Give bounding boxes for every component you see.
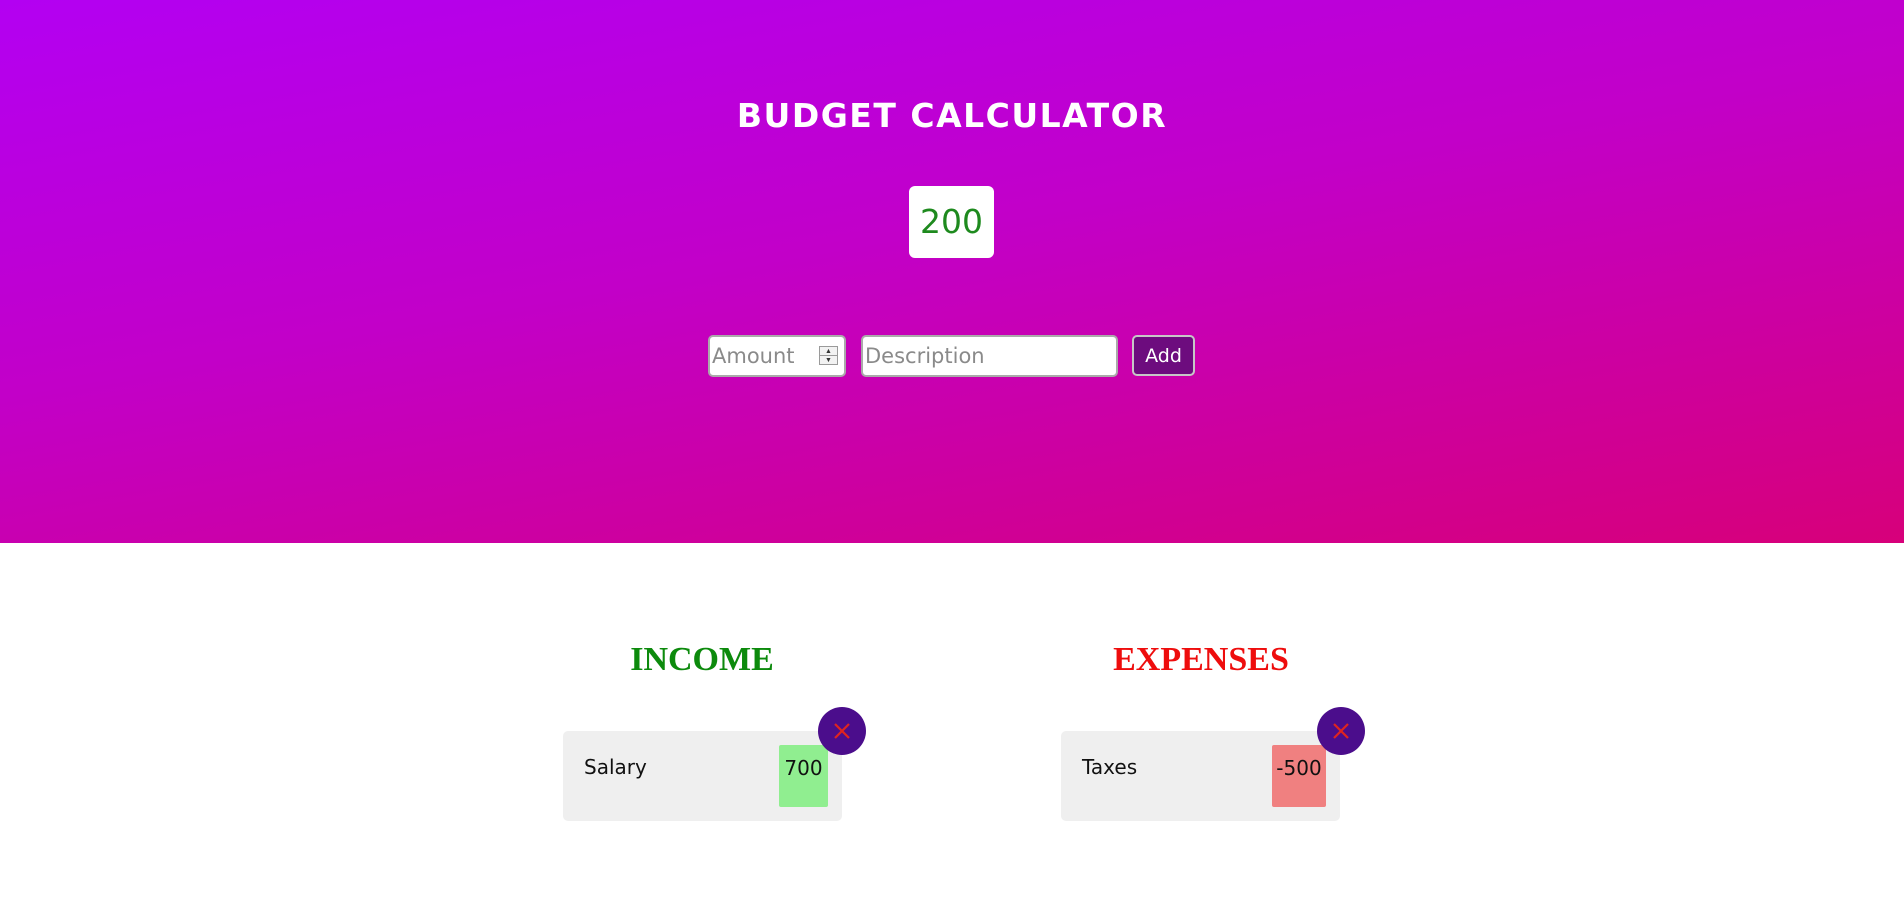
delete-expense-button[interactable]: [1317, 707, 1365, 755]
spinner-up-icon[interactable]: ▲: [820, 347, 837, 356]
balance-display: 200: [909, 186, 994, 258]
description-input[interactable]: [861, 335, 1118, 377]
delete-income-button[interactable]: [818, 707, 866, 755]
amount-input[interactable]: [710, 337, 818, 375]
expense-item: Taxes -500: [1061, 731, 1340, 821]
income-item-value: 700: [779, 745, 828, 807]
page-title: BUDGET CALCULATOR: [736, 96, 1168, 135]
header-banner: BUDGET CALCULATOR 200 ▲ ▼ Add: [0, 0, 1904, 543]
expense-item-value: -500: [1272, 745, 1326, 807]
expense-item-label: Taxes: [1082, 755, 1138, 779]
income-heading: INCOME: [630, 641, 774, 678]
close-icon: [1333, 723, 1349, 739]
close-icon: [834, 723, 850, 739]
add-button[interactable]: Add: [1132, 335, 1195, 376]
income-item-label: Salary: [584, 755, 647, 779]
amount-spinner[interactable]: ▲ ▼: [819, 346, 838, 365]
income-item: Salary 700: [563, 731, 842, 821]
expenses-heading: EXPENSES: [1113, 641, 1289, 678]
spinner-down-icon[interactable]: ▼: [820, 356, 837, 364]
amount-field[interactable]: ▲ ▼: [708, 335, 846, 377]
